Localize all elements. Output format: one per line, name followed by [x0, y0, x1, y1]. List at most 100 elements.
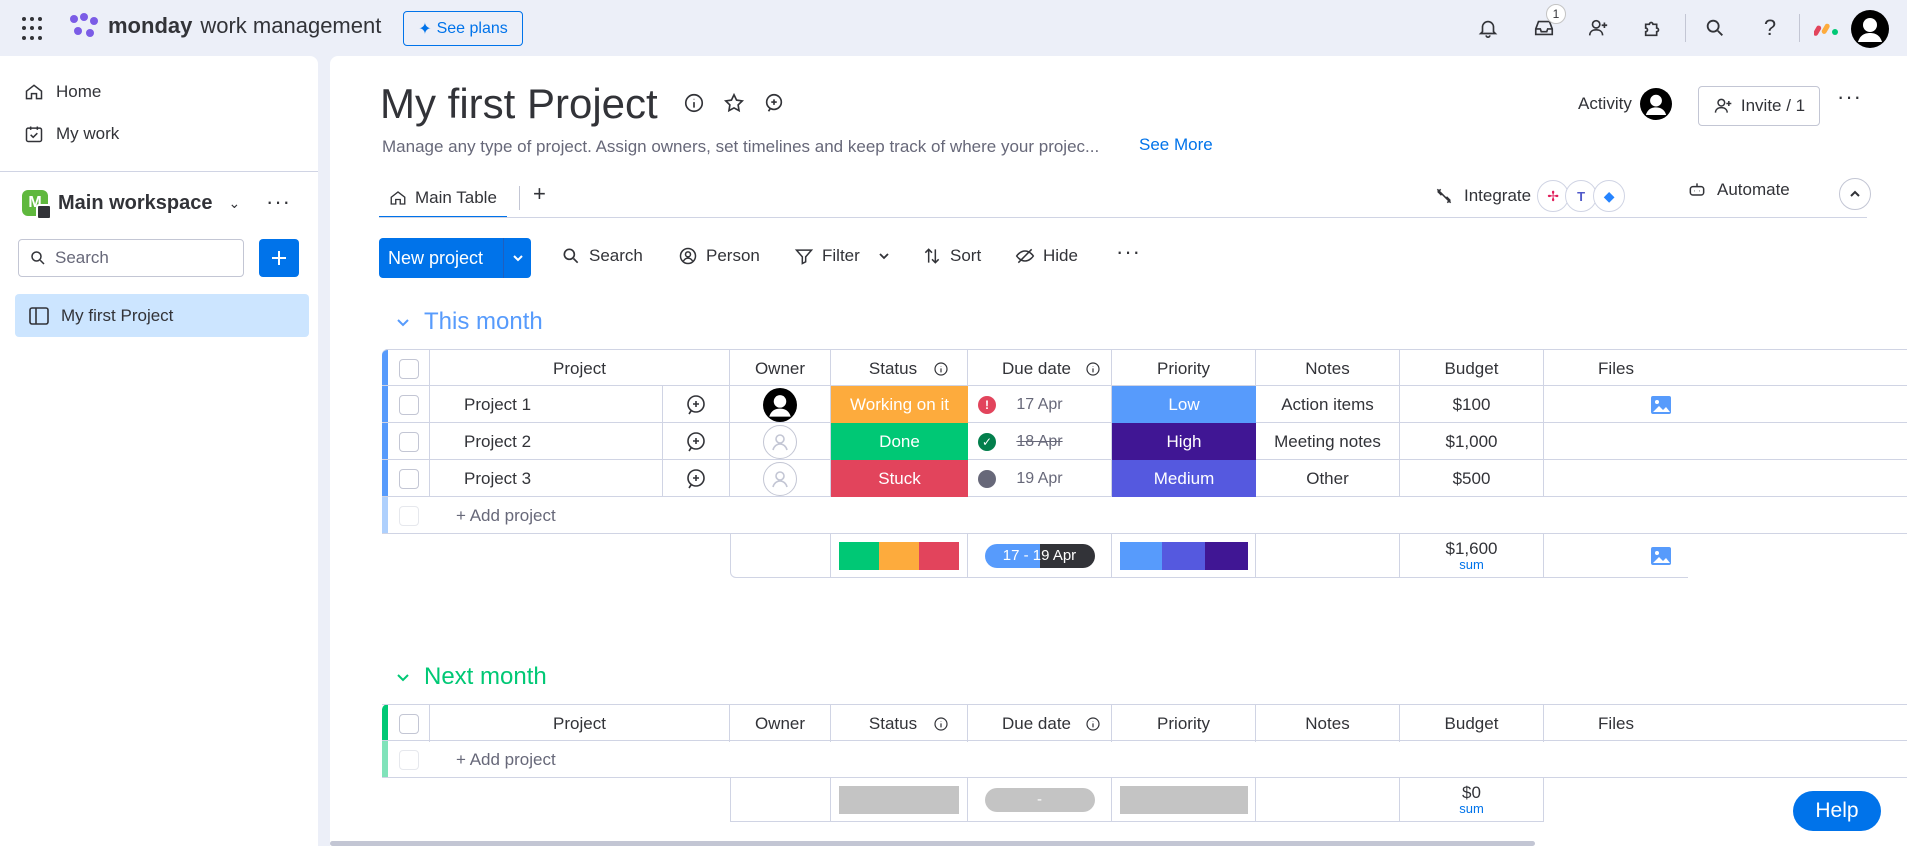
- add-item-row[interactable]: + Add project: [382, 497, 1907, 534]
- column-header-notes[interactable]: Notes: [1256, 705, 1400, 742]
- tab-main-table[interactable]: Main Table: [379, 180, 507, 218]
- add-view-button[interactable]: +: [533, 181, 546, 207]
- board-title[interactable]: My first Project: [380, 80, 658, 128]
- sidebar-item-my-first-project[interactable]: My first Project: [15, 294, 309, 337]
- column-header-budget[interactable]: Budget: [1400, 350, 1544, 387]
- help-question-icon[interactable]: ?: [1754, 12, 1786, 44]
- status-cell[interactable]: Working on it: [831, 386, 968, 423]
- column-header-priority[interactable]: Priority: [1112, 705, 1256, 742]
- comment-icon[interactable]: [763, 92, 785, 114]
- add-item-button[interactable]: [259, 239, 299, 277]
- search-icon[interactable]: [1699, 12, 1731, 44]
- column-header-project[interactable]: Project: [430, 350, 730, 387]
- status-cell[interactable]: Done: [831, 423, 968, 460]
- owner-cell[interactable]: [730, 460, 831, 497]
- select-all-cell[interactable]: [388, 350, 430, 387]
- table-row[interactable]: Project 1 Working on it ! 17 Apr Low Act…: [382, 386, 1907, 423]
- column-header-due-date[interactable]: Due date: [968, 705, 1112, 742]
- see-more-link[interactable]: See More: [1139, 135, 1213, 155]
- chevron-down-icon[interactable]: [503, 238, 531, 278]
- project-name-cell[interactable]: Project 2: [430, 423, 663, 460]
- summary-date-range[interactable]: -: [968, 778, 1112, 822]
- summary-status-bar[interactable]: [831, 778, 968, 822]
- select-all-cell[interactable]: [388, 705, 430, 742]
- star-icon[interactable]: [723, 92, 745, 114]
- invite-button[interactable]: Invite / 1: [1698, 86, 1820, 126]
- integrate-button[interactable]: Integrate ✢ T ◆: [1434, 180, 1626, 212]
- add-item-row[interactable]: + Add project: [382, 741, 1907, 778]
- invite-members-icon[interactable]: [1582, 12, 1614, 44]
- summary-priority-bar[interactable]: [1112, 778, 1256, 822]
- owner-cell[interactable]: [730, 386, 831, 423]
- person-filter-button[interactable]: Person: [678, 246, 760, 266]
- see-plans-button[interactable]: ✦ See plans: [403, 11, 523, 46]
- collapse-header-button[interactable]: [1839, 178, 1871, 210]
- due-date-cell[interactable]: ✓ 18 Apr: [968, 423, 1112, 460]
- row-checkbox[interactable]: [398, 394, 419, 415]
- status-cell[interactable]: Stuck: [831, 460, 968, 497]
- priority-cell[interactable]: High: [1112, 423, 1256, 460]
- owner-cell[interactable]: [730, 423, 831, 460]
- info-icon[interactable]: [683, 92, 705, 114]
- due-date-cell[interactable]: 19 Apr: [968, 460, 1112, 497]
- summary-priority-bar[interactable]: [1112, 534, 1256, 578]
- add-update-cell[interactable]: [663, 460, 730, 497]
- sidebar-search-input[interactable]: Search: [18, 239, 244, 277]
- files-cell[interactable]: [1544, 386, 1688, 423]
- apps-puzzle-icon[interactable]: [1637, 12, 1669, 44]
- summary-status-bar[interactable]: [831, 534, 968, 578]
- select-all-checkbox[interactable]: [398, 358, 419, 379]
- column-header-status[interactable]: Status: [831, 705, 968, 742]
- image-file-icon[interactable]: [1650, 394, 1672, 416]
- horizontal-scrollbar[interactable]: [330, 841, 1535, 846]
- summary-budget-cell[interactable]: $0 sum: [1400, 778, 1544, 822]
- notes-cell[interactable]: Other: [1256, 460, 1400, 497]
- toolbar-more-icon[interactable]: ···: [1116, 239, 1141, 265]
- chevron-down-icon[interactable]: [396, 315, 410, 329]
- sidebar-item-my-work[interactable]: My work: [24, 124, 119, 144]
- search-tool-button[interactable]: Search: [561, 246, 643, 266]
- project-name-cell[interactable]: Project 1: [430, 386, 663, 423]
- budget-cell[interactable]: $500: [1400, 460, 1544, 497]
- add-project-button[interactable]: + Add project: [430, 497, 730, 534]
- notes-cell[interactable]: Meeting notes: [1256, 423, 1400, 460]
- column-header-notes[interactable]: Notes: [1256, 350, 1400, 387]
- column-header-project[interactable]: Project: [430, 705, 730, 742]
- summary-budget-cell[interactable]: $1,600 sum: [1400, 534, 1544, 578]
- sort-button[interactable]: Sort: [922, 246, 981, 266]
- monday-logo[interactable]: monday work management: [68, 13, 381, 39]
- column-header-files[interactable]: Files: [1544, 705, 1688, 742]
- apps-grid-icon[interactable]: [22, 17, 46, 41]
- add-project-button[interactable]: + Add project: [430, 741, 730, 778]
- info-icon[interactable]: [1085, 716, 1101, 732]
- notifications-bell-icon[interactable]: [1472, 12, 1504, 44]
- inbox-icon[interactable]: 1: [1528, 4, 1566, 44]
- column-header-status[interactable]: Status: [831, 350, 968, 387]
- monday-products-icon[interactable]: [1811, 12, 1843, 44]
- info-icon[interactable]: [933, 716, 949, 732]
- new-project-button[interactable]: New project: [379, 238, 531, 278]
- chevron-down-icon[interactable]: [396, 670, 410, 684]
- select-all-checkbox[interactable]: [398, 713, 419, 734]
- group-header-this-month[interactable]: This month: [396, 308, 543, 336]
- filter-button[interactable]: Filter: [794, 246, 890, 266]
- priority-cell[interactable]: Medium: [1112, 460, 1256, 497]
- files-cell[interactable]: [1544, 423, 1688, 460]
- summary-files-cell[interactable]: [1544, 534, 1688, 578]
- add-update-cell[interactable]: [663, 386, 730, 423]
- activity-button[interactable]: Activity: [1578, 88, 1672, 120]
- column-header-files[interactable]: Files: [1544, 350, 1688, 387]
- summary-date-range[interactable]: 17 - 19 Apr: [968, 534, 1112, 578]
- column-header-owner[interactable]: Owner: [730, 705, 831, 742]
- table-row[interactable]: Project 2 Done ✓ 18 Apr High Meeting not…: [382, 423, 1907, 460]
- group-title[interactable]: Next month: [424, 663, 547, 691]
- sidebar-item-home[interactable]: Home: [24, 82, 101, 102]
- add-update-cell[interactable]: [663, 423, 730, 460]
- column-header-priority[interactable]: Priority: [1112, 350, 1256, 387]
- column-header-due-date[interactable]: Due date: [968, 350, 1112, 387]
- board-more-icon[interactable]: ···: [1837, 84, 1862, 110]
- hide-button[interactable]: Hide: [1015, 246, 1078, 266]
- row-checkbox[interactable]: [398, 431, 419, 452]
- add-comment-icon[interactable]: [684, 393, 708, 417]
- files-cell[interactable]: [1544, 460, 1688, 497]
